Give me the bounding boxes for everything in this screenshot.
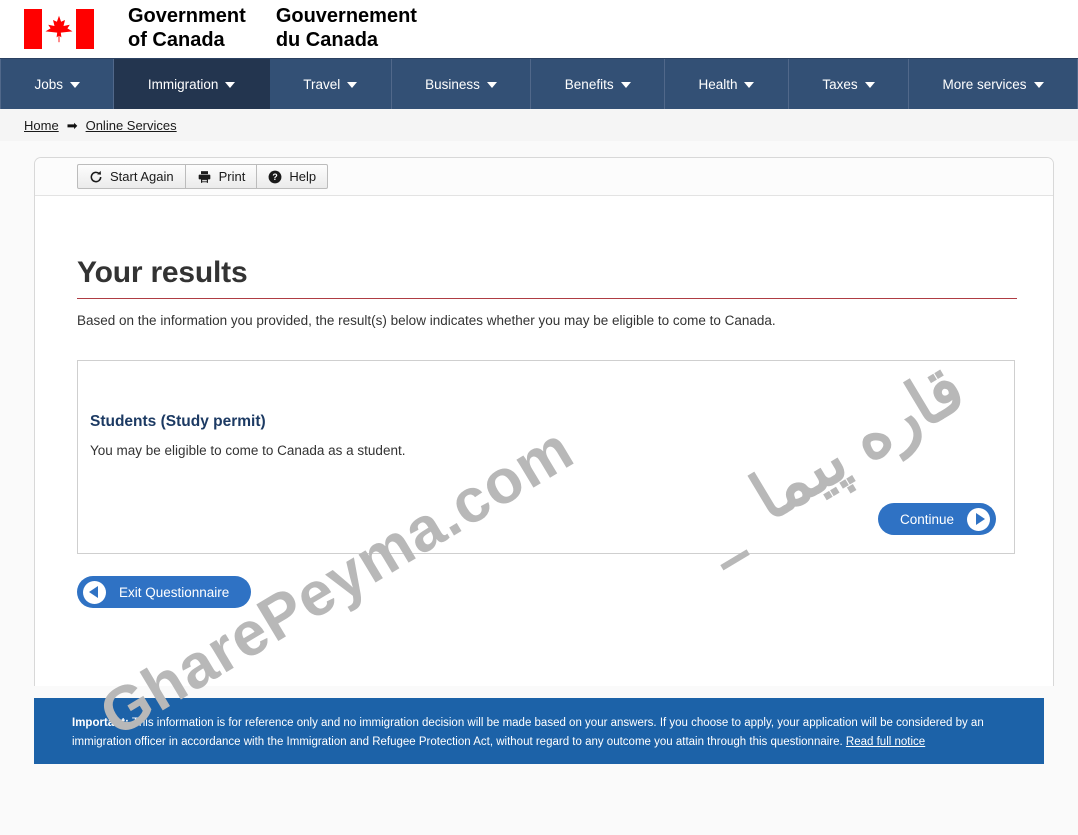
nav-item-label: Taxes [822,76,858,92]
canada-flag-icon [24,9,94,49]
read-full-notice-link[interactable]: Read full notice [846,736,925,748]
arrow-right-icon [967,507,990,531]
notice-important-label: Important: [72,717,129,729]
breadcrumb-arrow-icon: ➡ [66,117,78,133]
chevron-down-icon [864,82,875,88]
nav-item-label: Jobs [34,76,63,92]
result-card: Students (Study permit) You may be eligi… [77,360,1015,555]
help-question-icon: ? [268,170,282,183]
main-navigation: Jobs Immigration Travel Business Benefits Hea… [0,58,1078,109]
nav-item-label: More services [942,76,1027,92]
nav-item-more-services[interactable]: More services [909,59,1078,109]
content-panel: Start Again Print ? Help Your results Ba… [34,157,1054,686]
start-again-button[interactable]: Start Again [77,164,186,189]
nav-item-immigration[interactable]: Immigration [114,59,270,109]
printer-icon [198,170,210,183]
flag-band-right [76,9,94,49]
chevron-down-icon [620,82,631,88]
chevron-down-icon [486,82,497,88]
help-label: Help [289,169,317,184]
nav-item-label: Benefits [564,76,614,92]
chevron-down-icon [69,82,80,88]
breadcrumb: Home ➡ Online Services [0,109,1078,141]
nav-item-label: Immigration [147,76,219,92]
result-card-body: You may be eligible to come to Canada as… [90,443,406,459]
nav-item-label: Health [698,76,738,92]
exit-questionnaire-label: Exit Questionnaire [119,584,230,600]
refresh-icon [90,170,102,182]
brand-header: Government of Canada Gouvernement du Can… [0,0,1078,58]
nav-item-jobs[interactable]: Jobs [0,59,115,109]
result-card-heading: Students (Study permit) [90,413,266,431]
arrow-left-icon [83,580,106,604]
chevron-down-icon [225,82,236,88]
wordmark-english: Government of Canada [128,5,246,51]
breadcrumb-home-link[interactable]: Home [24,118,59,133]
flag-band-left [24,9,42,49]
nav-item-label: Business [425,76,480,92]
chevron-down-icon [744,82,755,88]
start-again-label: Start Again [110,169,174,184]
title-underline [77,298,1017,299]
wordmark-french: Gouvernement du Canada [275,5,417,51]
nav-item-taxes[interactable]: Taxes [789,59,910,109]
print-label: Print [218,169,246,184]
breadcrumb-online-services-link[interactable]: Online Services [86,118,177,133]
nav-item-benefits[interactable]: Benefits [531,59,666,109]
help-button[interactable]: ? Help [256,164,329,189]
chevron-down-icon [347,82,358,88]
page-title: Your results [77,256,248,289]
chevron-down-icon [1033,82,1044,88]
continue-button[interactable]: Continue [877,503,996,536]
nav-item-health[interactable]: Health [665,59,789,109]
continue-label: Continue [899,511,954,527]
maple-leaf-icon [45,15,73,43]
nav-item-business[interactable]: Business [392,59,532,109]
results-description: Based on the information you provided, t… [77,313,776,328]
print-button[interactable]: Print [184,164,258,189]
nav-item-travel[interactable]: Travel [270,59,392,109]
svg-text:?: ? [273,172,278,182]
panel-body: Your results Based on the information yo… [35,196,1053,609]
nav-item-label: Travel [303,76,341,92]
exit-questionnaire-button[interactable]: Exit Questionnaire [77,576,252,609]
wordmark: Government of Canada Gouvernement du Can… [128,5,417,52]
action-toolbar: Start Again Print ? Help [35,158,1053,196]
important-notice: Important: This information is for refer… [34,698,1044,764]
